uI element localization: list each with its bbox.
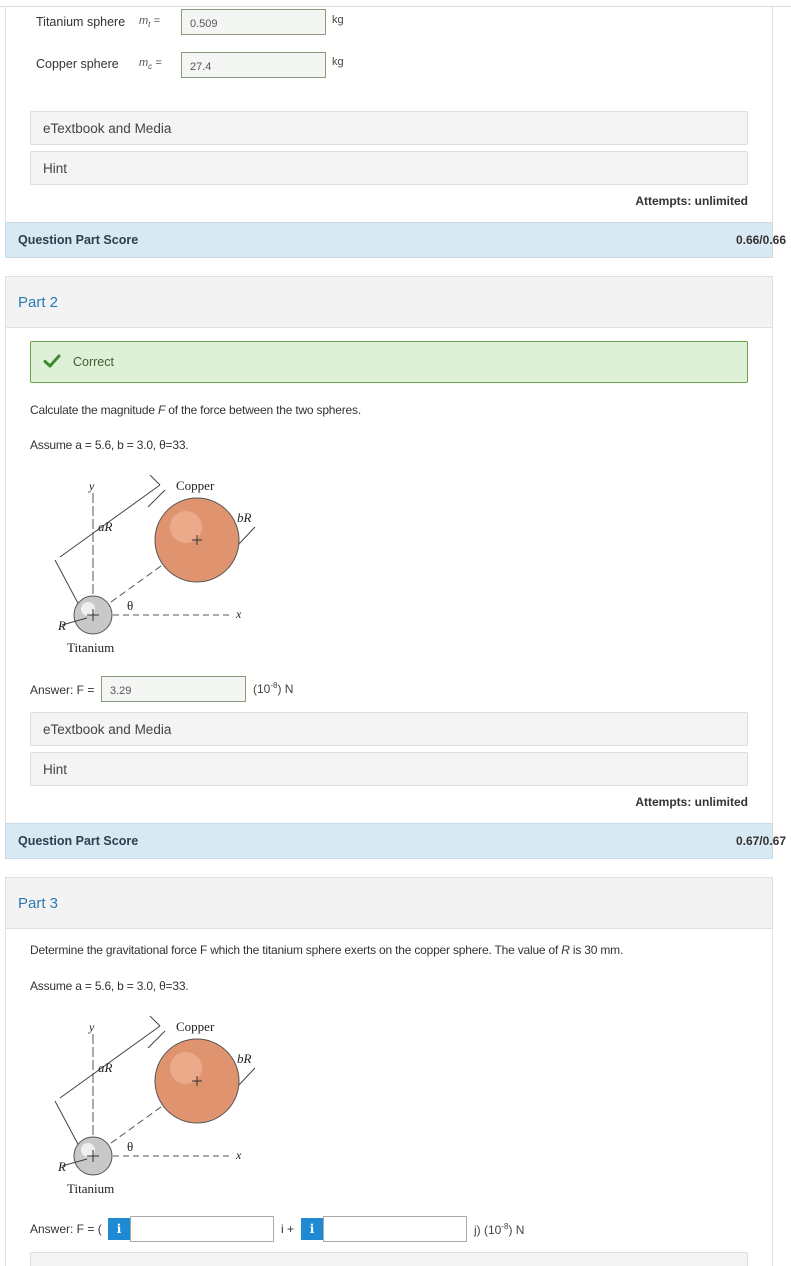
copper-label: Copper [176, 478, 215, 493]
titanium-unit: kg [332, 14, 344, 26]
titanium-mass-input[interactable]: 0.509 [181, 9, 326, 35]
correct-banner: Correct [30, 341, 748, 383]
i-plus-label: i + [281, 1222, 295, 1236]
part3-question: Determine the gravitational force F whic… [30, 943, 624, 957]
j-component-input[interactable] [323, 1216, 467, 1242]
theta-label: θ [127, 1139, 133, 1154]
check-icon [43, 354, 61, 368]
part2-question: Calculate the magnitude F of the force b… [30, 403, 361, 417]
score-label-1: Question Part Score [18, 233, 139, 247]
br-extension-line [147, 489, 166, 508]
ar-extension-line [54, 1100, 81, 1149]
ar-arrow-tip [149, 475, 161, 486]
attempts-2: Attempts: unlimited [635, 795, 748, 809]
titanium-label: Titanium [67, 1181, 114, 1196]
answer-unit-2: (10-8) N [253, 681, 294, 696]
score-bar-2: Question Part Score 0.67/0.67 [5, 823, 786, 859]
answer-label-3: Answer: F = ( [30, 1222, 102, 1236]
hint-button-3-partial[interactable] [30, 1252, 748, 1266]
copper-mass-input[interactable]: 27.4 [181, 52, 326, 78]
etextbook-button-2[interactable]: eTextbook and Media [30, 712, 748, 746]
attempts-1: Attempts: unlimited [635, 194, 748, 208]
radius-label: R [57, 618, 66, 633]
i-component-input[interactable] [130, 1216, 274, 1242]
x-axis-label: x [235, 607, 242, 621]
br-extension-line-2 [237, 526, 256, 546]
titanium-label: Titanium [67, 640, 114, 655]
part3-title: Part 3 [18, 895, 59, 912]
part2-title: Part 2 [18, 294, 59, 311]
part3-header: Part 3 [5, 877, 773, 929]
answer-label-2: Answer: F = [30, 683, 95, 697]
ar-extension-line [54, 559, 81, 608]
hint-button-2[interactable]: Hint [30, 752, 748, 786]
theta-label: θ [127, 598, 133, 613]
answer-unit-3: j) (10-8) N [474, 1222, 525, 1237]
sphere-diagram-3: Copper Titanium y x aR bR Rθ [54, 1016, 256, 1196]
ar-arrow-tip [149, 1016, 161, 1027]
ar-label: aR [98, 1060, 113, 1075]
ar-label: aR [98, 519, 113, 534]
part2-assume: Assume a = 5.6, b = 3.0, θ=33. [30, 438, 189, 452]
hint-button-1[interactable]: Hint [30, 151, 748, 185]
copper-label: Copper sphere [36, 57, 119, 71]
copper-label: Copper [176, 1019, 215, 1034]
etextbook-button-1[interactable]: eTextbook and Media [30, 111, 748, 145]
score-label-2: Question Part Score [18, 834, 139, 848]
answer-input-2[interactable]: 3.29 [101, 676, 246, 702]
copper-symbol: mc = [139, 57, 162, 72]
br-label: bR [237, 510, 252, 525]
y-axis-label: y [88, 1020, 95, 1034]
info-icon-i[interactable]: i [108, 1218, 130, 1240]
score-bar-1: Question Part Score 0.66/0.66 [5, 222, 786, 258]
titanium-label: Titanium sphere [36, 15, 126, 29]
br-extension-line [147, 1030, 166, 1049]
br-label: bR [237, 1051, 252, 1066]
titanium-symbol: mt = [139, 15, 160, 30]
correct-text: Correct [73, 355, 114, 369]
part3-assume: Assume a = 5.6, b = 3.0, θ=33. [30, 979, 189, 993]
y-axis-label: y [88, 479, 95, 493]
br-extension-line-2 [237, 1067, 256, 1087]
x-axis-label: x [235, 1148, 242, 1162]
score-value-1: 0.66/0.66 [735, 233, 786, 247]
sphere-diagram-2: Copper Titanium y x aR bR Rθ [54, 475, 256, 655]
radius-label: R [57, 1159, 66, 1174]
info-icon-j[interactable]: i [301, 1218, 323, 1240]
score-value-2: 0.67/0.67 [735, 834, 786, 848]
part2-header: Part 2 [5, 276, 773, 328]
copper-unit: kg [332, 56, 344, 68]
